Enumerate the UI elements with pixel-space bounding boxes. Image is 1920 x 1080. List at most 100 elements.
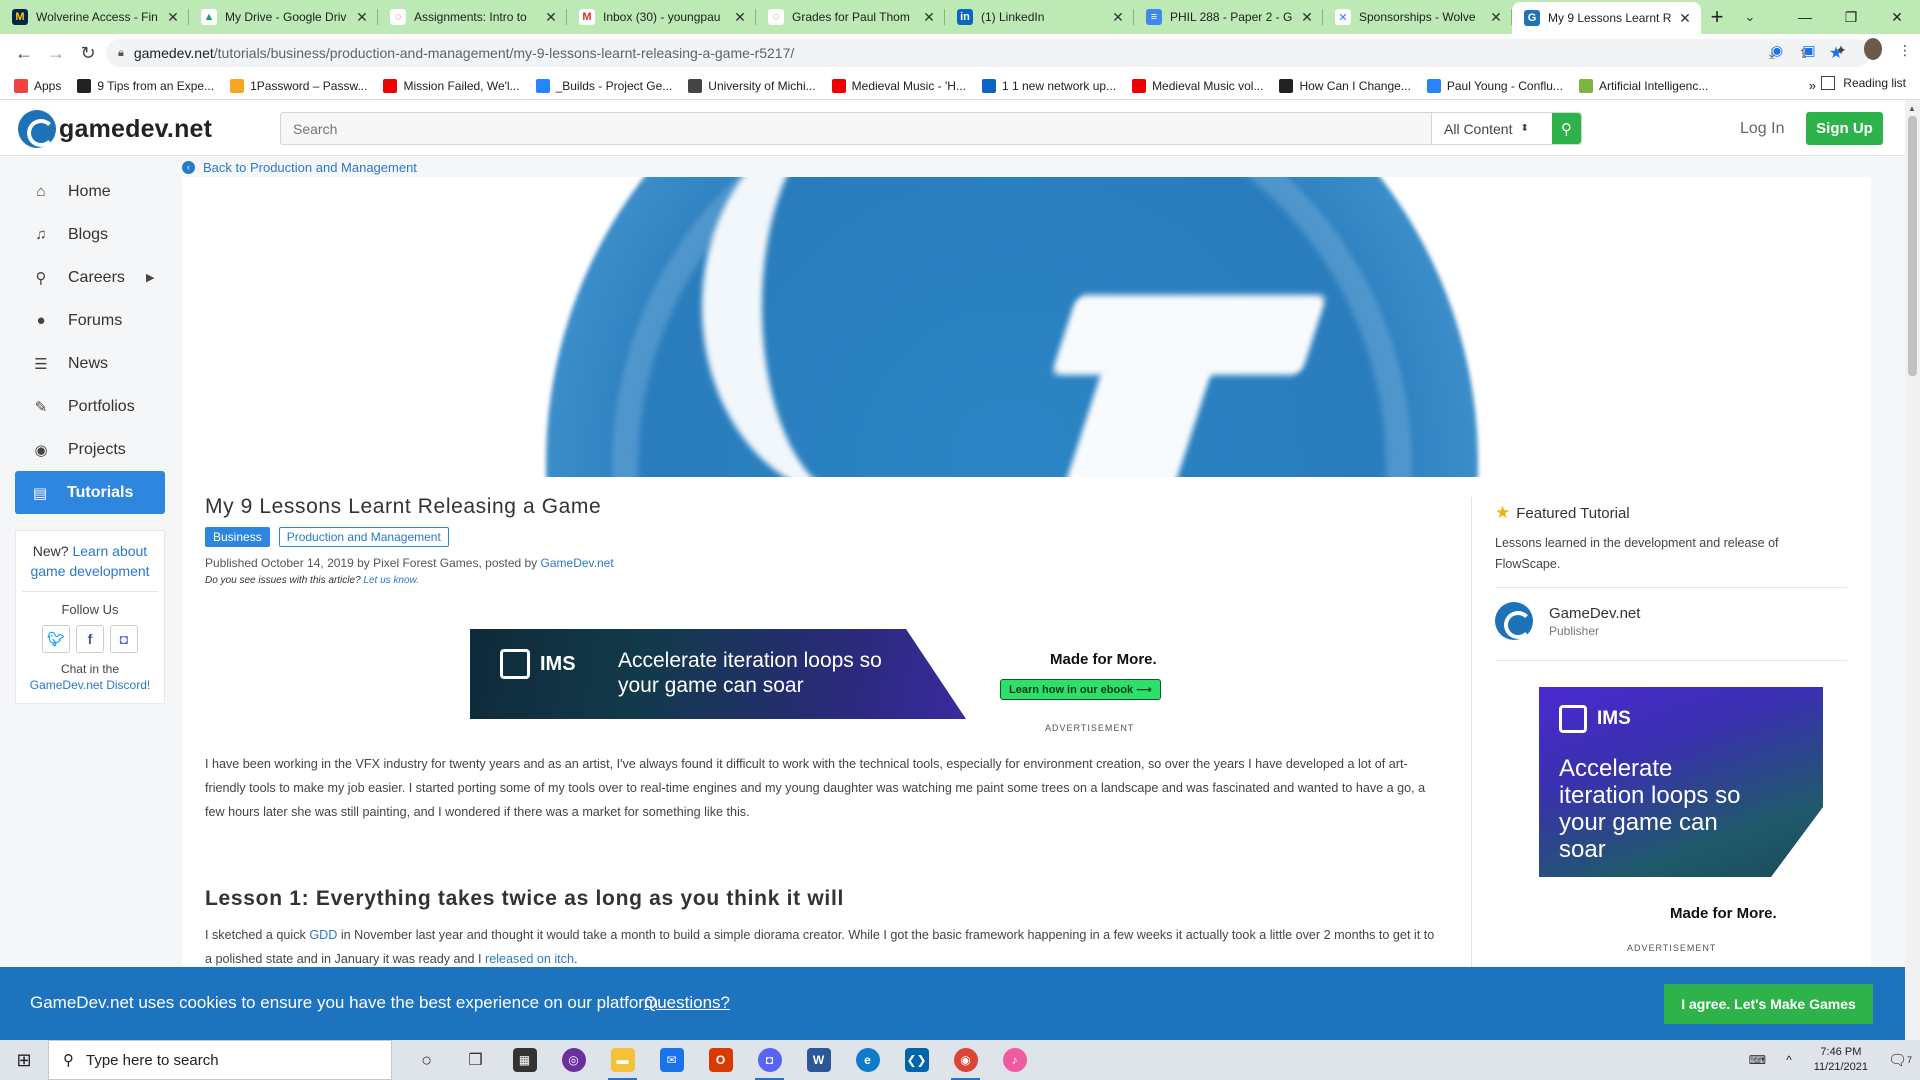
search-button[interactable]: ⚲ [1552, 113, 1581, 144]
sidebar-item-projects[interactable]: ◉ Projects [0, 428, 180, 471]
file-explorer-icon[interactable]: ▬ [598, 1040, 647, 1080]
bookmarks-overflow-icon[interactable]: » [1809, 78, 1816, 93]
bookmark-item[interactable]: 9 Tips from an Expe... [77, 78, 214, 93]
discord-link[interactable]: GameDev.net Discord! [30, 678, 151, 692]
browser-tab[interactable]: ▲ My Drive - Google Driv ✕ [189, 0, 378, 34]
discord-app-icon[interactable]: ◘ [745, 1040, 794, 1080]
windows-start-icon[interactable]: ⊞ [0, 1040, 48, 1080]
profile-avatar[interactable] [1864, 38, 1882, 63]
sidebar-item-news[interactable]: ☰ News [0, 342, 180, 385]
media-extension-icon[interactable]: ▣ [1800, 42, 1818, 59]
tab-search-chevron-icon[interactable]: ⌄ [1730, 0, 1770, 34]
facebook-icon[interactable]: f [76, 625, 104, 653]
forward-arrow-icon[interactable]: → [40, 37, 72, 69]
twitter-icon[interactable]: 🐦︎ [42, 625, 70, 653]
browser-tab[interactable]: ◌ Assignments: Intro to ✕ [378, 0, 567, 34]
bookmark-item[interactable]: _Builds - Project Ge... [535, 78, 672, 93]
bookmark-item[interactable]: Mission Failed, We'l... [383, 78, 520, 93]
close-window-icon[interactable]: ✕ [1874, 0, 1920, 34]
bookmark-item[interactable]: How Can I Change... [1279, 78, 1411, 93]
tab-close-icon[interactable]: ✕ [543, 9, 559, 26]
search-scope-select[interactable]: All Content ⬍ [1431, 113, 1552, 144]
cortana-icon[interactable]: ○ [402, 1040, 451, 1080]
tab-close-icon[interactable]: ✕ [1677, 10, 1693, 27]
bookmark-item[interactable]: 1Password – Passw... [230, 78, 367, 93]
bookmark-item[interactable]: Apps [14, 78, 61, 93]
released-on-itch-link[interactable]: released on itch [485, 952, 574, 966]
browser-tab[interactable]: ◌ Grades for Paul Thom ✕ [756, 0, 945, 34]
address-bar[interactable]: 🔒︎ gamedev.net/tutorials/business/produc… [106, 39, 1906, 67]
tab-close-icon[interactable]: ✕ [354, 9, 370, 26]
browser-tab[interactable]: M Inbox (30) - youngpau ✕ [567, 0, 756, 34]
menu-kebab-icon[interactable]: ⋮ [1896, 42, 1914, 59]
itunes-icon[interactable]: ♪ [990, 1040, 1039, 1080]
bookmark-item[interactable]: Paul Young - Conflu... [1426, 78, 1563, 93]
minimize-icon[interactable]: — [1782, 0, 1828, 34]
chrome-icon[interactable]: ◉ [941, 1040, 990, 1080]
bookmark-item[interactable]: Artificial Intelligenc... [1578, 78, 1708, 93]
page-scrollbar[interactable]: ▲ [1905, 100, 1920, 1040]
cookie-questions-link[interactable]: Questions? [644, 993, 730, 1013]
new-tab-button[interactable]: + [1701, 0, 1733, 34]
cookie-agree-button[interactable]: I agree. Let's Make Games [1664, 984, 1873, 1024]
reading-list-button[interactable]: Reading list [1821, 76, 1906, 90]
back-arrow-icon[interactable]: ← [8, 37, 40, 69]
ad-cta-button[interactable]: Learn how in our ebook ⟶ [1000, 679, 1161, 700]
tag-production[interactable]: Production and Management [278, 527, 449, 547]
featured-description[interactable]: Lessons learned in the development and r… [1495, 533, 1847, 575]
back-link[interactable]: ‹ Back to Production and Management [182, 157, 417, 177]
office-icon[interactable]: O [696, 1040, 745, 1080]
publisher[interactable]: GameDev.net Publisher [1495, 602, 1847, 640]
sidebar-item-home[interactable]: ⌂ Home [0, 170, 180, 213]
browser-tab[interactable]: ✕ Sponsorships - Wolve ✕ [1323, 0, 1512, 34]
sidebar-item-portfolios[interactable]: ✎ Portfolios [0, 385, 180, 428]
task-view-icon[interactable]: ❒ [451, 1040, 500, 1080]
password-extension-icon[interactable]: ◉ [1768, 42, 1786, 59]
sidebar-item-tutorials[interactable]: ▤ Tutorials [15, 471, 165, 514]
tab-close-icon[interactable]: ✕ [1110, 9, 1126, 26]
gamedev-logo[interactable]: gamedev.net [18, 110, 212, 148]
mail-icon[interactable]: ✉ [647, 1040, 696, 1080]
banner-ad[interactable]: IMS Accelerate iteration loops so your g… [470, 629, 1213, 733]
url-text[interactable]: gamedev.net/tutorials/business/productio… [134, 45, 794, 61]
let-us-know-link[interactable]: Let us know. [363, 575, 419, 586]
reload-icon[interactable]: ↻ [72, 37, 104, 69]
chevron-up-icon[interactable]: ^ [1776, 1053, 1802, 1067]
taskbar-search[interactable]: ⚲ Type here to search [48, 1040, 392, 1080]
tab-close-icon[interactable]: ✕ [165, 9, 181, 26]
discord-icon[interactable]: ◘ [110, 625, 138, 653]
scroll-up-icon[interactable]: ▲ [1908, 104, 1916, 113]
tag-business[interactable]: Business [205, 527, 270, 547]
bookmark-item[interactable]: Medieval Music vol... [1132, 78, 1263, 93]
search-input[interactable] [281, 113, 1431, 144]
clock[interactable]: 7:46 PM 11/21/2021 [1802, 1045, 1880, 1075]
browser-tab[interactable]: in (1) LinkedIn ✕ [945, 0, 1134, 34]
word-icon[interactable]: W [794, 1040, 843, 1080]
poster-link[interactable]: GameDev.net [541, 556, 614, 570]
bookmark-item[interactable]: Medieval Music - 'H... [831, 78, 966, 93]
browser-tab[interactable]: M Wolverine Access - Fin ✕ [0, 0, 189, 34]
puzzle-extensions-icon[interactable]: ✦ [1832, 42, 1850, 59]
gdd-link[interactable]: GDD [309, 928, 337, 942]
notification-icon[interactable]: 🗨︎ 7 [1880, 1040, 1920, 1080]
sidebar-item-forums[interactable]: ● Forums [0, 299, 180, 342]
browser-tab[interactable]: G My 9 Lessons Learnt R ✕ [1512, 2, 1701, 34]
sidebar-item-careers[interactable]: ⚲ Careers ▶ [0, 256, 180, 299]
sidebar-ad[interactable]: IMS Accelerate iteration loops so your g… [1539, 687, 1823, 877]
tab-close-icon[interactable]: ✕ [732, 9, 748, 26]
vscode-icon[interactable]: ❮❯ [892, 1040, 941, 1080]
browser-tab[interactable]: ≡ PHIL 288 - Paper 2 - G ✕ [1134, 0, 1323, 34]
signup-button[interactable]: Sign Up [1806, 112, 1883, 145]
maximize-icon[interactable]: ❐ [1828, 0, 1874, 34]
store-icon[interactable]: ▦ [500, 1040, 549, 1080]
keyboard-icon[interactable]: ⌨ [1739, 1053, 1776, 1067]
sidebar-item-blogs[interactable]: ♫ Blogs [0, 213, 180, 256]
tab-close-icon[interactable]: ✕ [1299, 9, 1315, 26]
tab-close-icon[interactable]: ✕ [1488, 9, 1504, 26]
edge-icon[interactable]: e [843, 1040, 892, 1080]
bookmark-item[interactable]: University of Michi... [688, 78, 816, 93]
scrollbar-thumb[interactable] [1908, 116, 1917, 376]
tab-close-icon[interactable]: ✕ [921, 9, 937, 26]
purple-app-icon[interactable]: ◎ [549, 1040, 598, 1080]
login-link[interactable]: Log In [1740, 120, 1784, 138]
